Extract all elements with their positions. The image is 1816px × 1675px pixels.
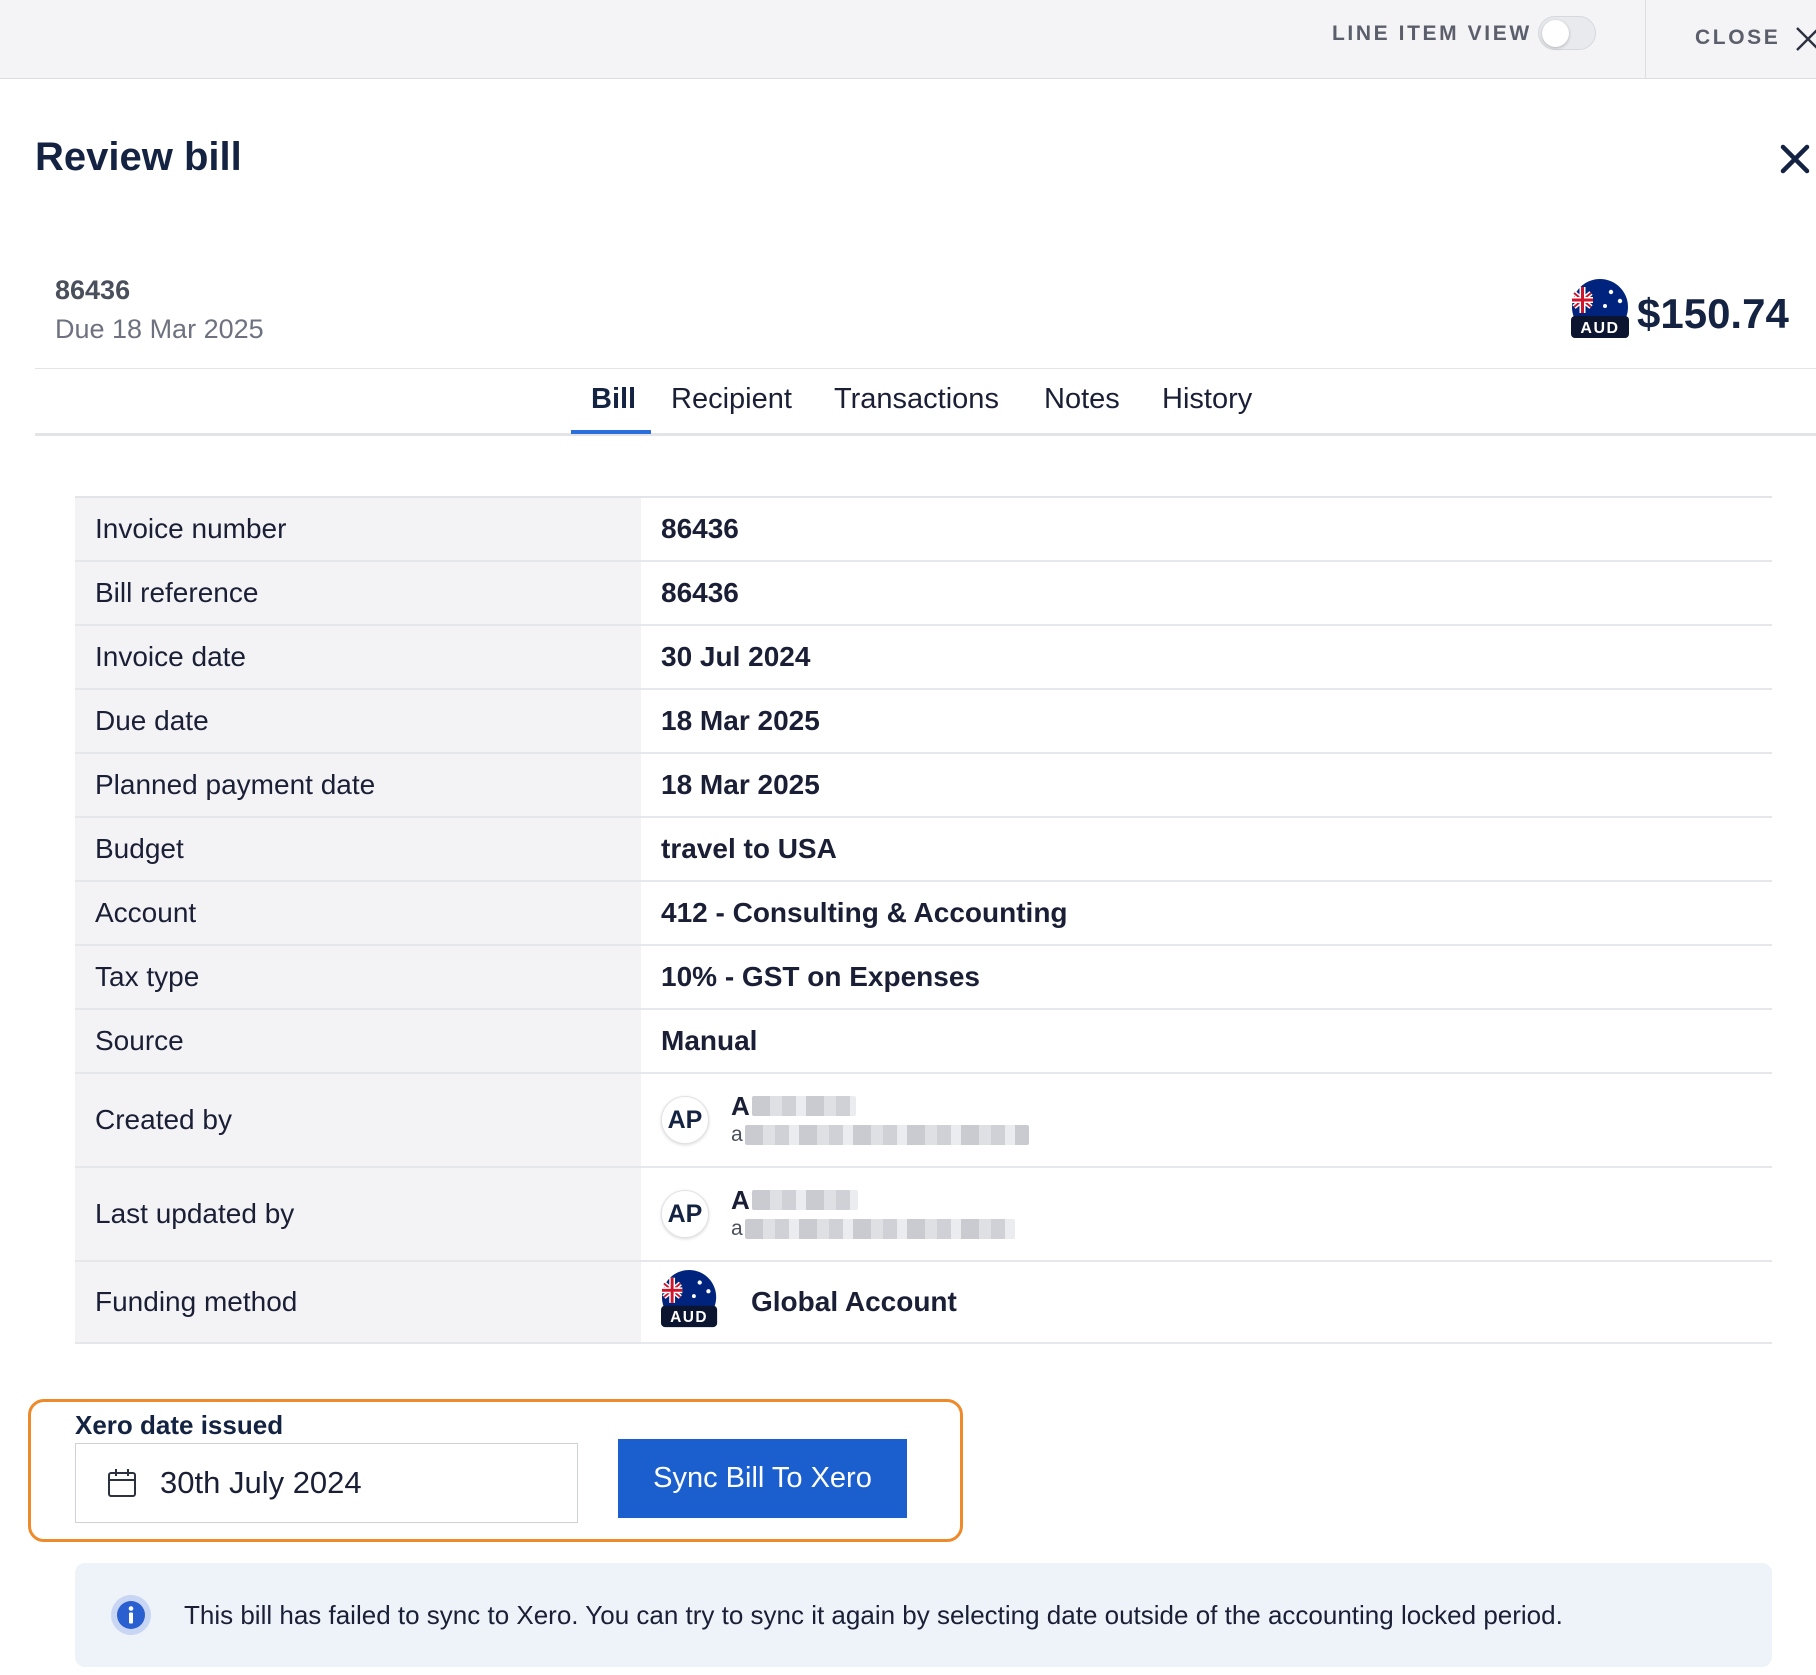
- redacted-name-blur: [751, 1096, 856, 1116]
- created-by-email-initial: a: [731, 1123, 743, 1146]
- created-by-value: AP A a: [641, 1074, 1772, 1166]
- aud-flag-icon: AUD: [661, 1269, 721, 1336]
- last-updated-by-user: A a: [731, 1185, 1015, 1243]
- redacted-name-blur: [751, 1190, 858, 1210]
- last-updated-by-value: AP A a: [641, 1168, 1772, 1260]
- close-icon[interactable]: [1793, 24, 1816, 54]
- account-label: Account: [75, 882, 641, 944]
- bill-details-table: Invoice number 86436 Bill reference 8643…: [75, 496, 1772, 1344]
- tax-type-value: 10% - GST on Expenses: [661, 961, 980, 992]
- source-value: Manual: [661, 1025, 758, 1056]
- row-account: Account 412 - Consulting & Accounting: [75, 882, 1772, 946]
- last-updated-by-name-initial: A: [731, 1185, 750, 1215]
- sync-bill-to-xero-button[interactable]: Sync Bill To Xero: [618, 1439, 907, 1518]
- sync-failed-banner: This bill has failed to sync to Xero. Yo…: [75, 1563, 1772, 1667]
- row-funding-method: Funding method AUD Global Account: [75, 1262, 1772, 1344]
- aud-flag-icon: AUD: [1571, 279, 1633, 344]
- funding-method-value: AUD Global Account: [641, 1262, 1772, 1342]
- tab-history[interactable]: History: [1162, 383, 1252, 416]
- tab-bill[interactable]: Bill: [591, 383, 636, 416]
- tab-notes[interactable]: Notes: [1044, 383, 1120, 416]
- source-label: Source: [75, 1010, 641, 1072]
- created-by-user: A a: [731, 1091, 1029, 1149]
- due-date-label: Due date: [75, 690, 641, 752]
- close-label[interactable]: CLOSE: [1695, 26, 1780, 50]
- last-updated-by-label: Last updated by: [75, 1168, 641, 1260]
- invoice-date-label: Invoice date: [75, 626, 641, 688]
- row-bill-reference: Bill reference 86436: [75, 562, 1772, 626]
- top-bar: LINE ITEM VIEW CLOSE: [0, 0, 1816, 79]
- header-divider: [35, 368, 1816, 369]
- redacted-email-blur: [744, 1219, 1015, 1239]
- tax-type-label: Tax type: [75, 946, 641, 1008]
- avatar: AP: [661, 1096, 709, 1144]
- info-icon: [111, 1595, 151, 1635]
- planned-payment-date-value: 18 Mar 2025: [661, 769, 820, 800]
- active-tab-indicator: [571, 430, 651, 434]
- row-invoice-date: Invoice date 30 Jul 2024: [75, 626, 1772, 690]
- budget-value: travel to USA: [661, 833, 837, 864]
- created-by-label: Created by: [75, 1074, 641, 1166]
- account-value: 412 - Consulting & Accounting: [661, 897, 1068, 928]
- row-budget: Budget travel to USA: [75, 818, 1772, 882]
- row-created-by: Created by AP A a: [75, 1074, 1772, 1168]
- tab-recipient[interactable]: Recipient: [671, 383, 792, 416]
- row-last-updated-by: Last updated by AP A a: [75, 1168, 1772, 1262]
- line-item-view-label: LINE ITEM VIEW: [1332, 22, 1532, 45]
- created-by-name-initial: A: [731, 1091, 750, 1121]
- xero-date-issued-label: Xero date issued: [75, 1410, 284, 1440]
- tab-bar: Bill Recipient Transactions Notes Histor…: [35, 380, 1816, 436]
- row-source: Source Manual: [75, 1010, 1772, 1074]
- avatar: AP: [661, 1190, 709, 1238]
- calendar-icon: [108, 1469, 136, 1497]
- created-by-email: a: [731, 1121, 1029, 1149]
- amount-currency-code: AUD: [1580, 320, 1619, 337]
- funding-method-name: Global Account: [751, 1286, 957, 1317]
- close-drawer-icon[interactable]: [1779, 143, 1811, 175]
- row-planned-payment-date: Planned payment date 18 Mar 2025: [75, 754, 1772, 818]
- created-by-name: A: [731, 1091, 1029, 1121]
- topbar-divider: [1645, 0, 1646, 79]
- invoice-number-label: Invoice number: [75, 498, 641, 560]
- invoice-date-value: 30 Jul 2024: [661, 641, 811, 672]
- last-updated-by-email: a: [731, 1215, 1015, 1243]
- redacted-email-blur: [744, 1125, 1029, 1145]
- xero-date-value: 30th July 2024: [160, 1465, 362, 1500]
- sync-failed-message: This bill has failed to sync to Xero. Yo…: [184, 1599, 1563, 1630]
- planned-payment-date-label: Planned payment date: [75, 754, 641, 816]
- budget-label: Budget: [75, 818, 641, 880]
- bill-reference-value: 86436: [661, 577, 739, 608]
- row-invoice-number: Invoice number 86436: [75, 498, 1772, 562]
- row-due-date: Due date 18 Mar 2025: [75, 690, 1772, 754]
- bill-reference-label: Bill reference: [75, 562, 641, 624]
- line-item-view-toggle[interactable]: [1538, 16, 1596, 50]
- row-tax-type: Tax type 10% - GST on Expenses: [75, 946, 1772, 1010]
- bill-number: 86436: [55, 275, 131, 305]
- due-date-value: 18 Mar 2025: [661, 705, 820, 736]
- page-title: Review bill: [35, 135, 242, 179]
- tab-transactions[interactable]: Transactions: [834, 383, 999, 416]
- funding-currency-code: AUD: [670, 1309, 708, 1326]
- bill-amount: $150.74: [1637, 290, 1789, 337]
- bill-due-date: Due 18 Mar 2025: [55, 314, 264, 344]
- invoice-number-value: 86436: [661, 513, 739, 544]
- toggle-knob: [1542, 20, 1569, 47]
- funding-method-label: Funding method: [75, 1262, 641, 1342]
- last-updated-by-email-initial: a: [731, 1217, 743, 1240]
- last-updated-by-name: A: [731, 1185, 1015, 1215]
- xero-date-picker[interactable]: 30th July 2024: [75, 1443, 578, 1523]
